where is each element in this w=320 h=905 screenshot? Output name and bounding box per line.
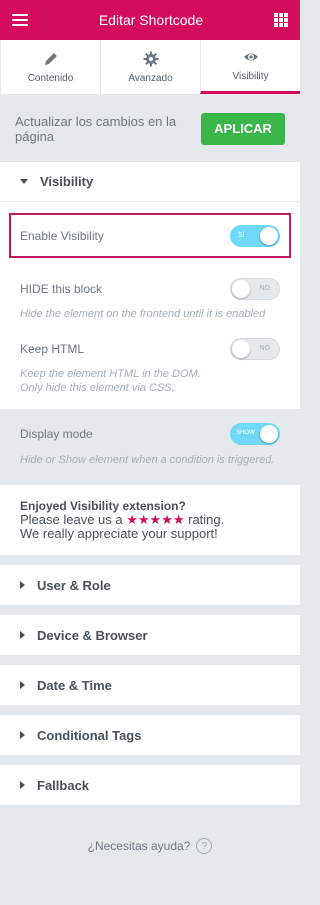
- section-title: Device & Browser: [37, 627, 148, 643]
- caret-right-icon: [20, 631, 25, 639]
- section-fallback[interactable]: Fallback: [0, 765, 300, 805]
- promo-text: Please leave us a: [20, 512, 127, 527]
- tab-label: Visibility: [232, 71, 269, 82]
- caret-right-icon: [20, 681, 25, 689]
- toggle-state: NO: [259, 285, 271, 292]
- promo-text: rating.: [184, 512, 225, 527]
- section-date-time[interactable]: Date & Time: [0, 665, 300, 705]
- divider: [0, 705, 300, 715]
- divider: [0, 655, 300, 665]
- toggle-knob: [260, 226, 278, 245]
- question-icon: ?: [196, 838, 213, 854]
- divider: [0, 605, 300, 615]
- toggle-state: NO: [259, 345, 271, 352]
- help-label: ¿Necesitas ayuda?: [87, 839, 191, 853]
- tab-label: Contenido: [27, 72, 74, 84]
- apply-note: Actualizar los cambios en la página: [15, 113, 177, 144]
- caret-down-icon: [20, 179, 28, 184]
- caret-right-icon: [20, 581, 25, 589]
- caret-right-icon: [20, 781, 25, 789]
- page-title: Editar Shortcode: [98, 12, 204, 28]
- help-link[interactable]: ¿Necesitas ayuda? ?: [0, 838, 300, 854]
- tab-avanzado[interactable]: Avanzado: [100, 40, 200, 94]
- rating-stars[interactable]: ★★★★★: [126, 512, 184, 527]
- gear-icon: [143, 51, 158, 66]
- apply-button[interactable]: APLICAR: [201, 112, 285, 145]
- toggle-knob: [232, 340, 250, 358]
- enable-visibility-toggle[interactable]: SÍ: [230, 224, 280, 247]
- toggle-knob: [232, 280, 250, 298]
- hide-block-description: Hide the element on the frontend until i…: [20, 308, 266, 320]
- enable-visibility-row: Enable Visibility SÍ: [9, 213, 291, 258]
- display-mode-description: Hide or Show element when a condition is…: [20, 454, 275, 466]
- visibility-panel: Enable Visibility SÍ HIDE this block NO …: [0, 202, 300, 409]
- tab-contenido[interactable]: Contenido: [0, 40, 100, 94]
- rating-promo: Enjoyed Visibility extension? Please lea…: [0, 485, 300, 555]
- display-mode-row: Display mode SHOW: [20, 423, 280, 445]
- display-mode-label: Display mode: [20, 427, 93, 441]
- apply-row: Actualizar los cambios en la página APLI…: [0, 95, 300, 162]
- section-title: User & Role: [37, 577, 111, 593]
- section-user-role[interactable]: User & Role: [0, 565, 300, 605]
- promo-line1: Please leave us a ★★★★★ rating.: [20, 513, 280, 527]
- tab-label: Avanzado: [128, 72, 173, 84]
- keep-html-row: Keep HTML NO: [20, 338, 280, 360]
- hide-block-row: HIDE this block NO: [20, 278, 280, 300]
- display-mode-toggle[interactable]: SHOW: [230, 423, 280, 445]
- divider: [0, 555, 300, 565]
- section-device-browser[interactable]: Device & Browser: [0, 615, 300, 655]
- promo-question: Enjoyed Visibility extension?: [20, 499, 186, 513]
- keep-html-description: Keep the element HTML in the DOM. Only h…: [20, 368, 201, 394]
- section-title: Fallback: [37, 777, 90, 793]
- divider: [0, 755, 300, 765]
- enable-visibility-label: Enable Visibility: [20, 228, 104, 243]
- toggle-state: SHOW: [236, 430, 255, 436]
- hide-block-toggle[interactable]: NO: [230, 278, 280, 300]
- toggle-knob: [260, 425, 278, 443]
- eye-icon: [243, 53, 258, 61]
- hide-block-label: HIDE this block: [20, 282, 103, 296]
- display-mode-block: Display mode SHOW Hide or Show element w…: [0, 409, 300, 485]
- section-conditional-tags[interactable]: Conditional Tags: [0, 715, 300, 755]
- editor-header: Editar Shortcode: [0, 0, 300, 40]
- section-visibility-header[interactable]: Visibility: [0, 162, 300, 202]
- promo-line2: We really appreciate your support!: [20, 526, 218, 541]
- panel-tabs: Contenido Avanzado Visibility: [0, 40, 300, 95]
- toggle-state: SÍ: [238, 231, 245, 239]
- keep-html-label: Keep HTML: [20, 342, 85, 356]
- caret-right-icon: [20, 731, 25, 739]
- widgets-grid-icon[interactable]: [274, 13, 288, 27]
- section-title: Visibility: [40, 174, 94, 189]
- section-title: Date & Time: [37, 677, 112, 693]
- menu-icon[interactable]: [12, 14, 28, 26]
- tab-visibility[interactable]: Visibility: [200, 40, 300, 94]
- keep-html-toggle[interactable]: NO: [230, 338, 280, 360]
- pencil-icon: [44, 52, 57, 65]
- section-title: Conditional Tags: [37, 727, 142, 743]
